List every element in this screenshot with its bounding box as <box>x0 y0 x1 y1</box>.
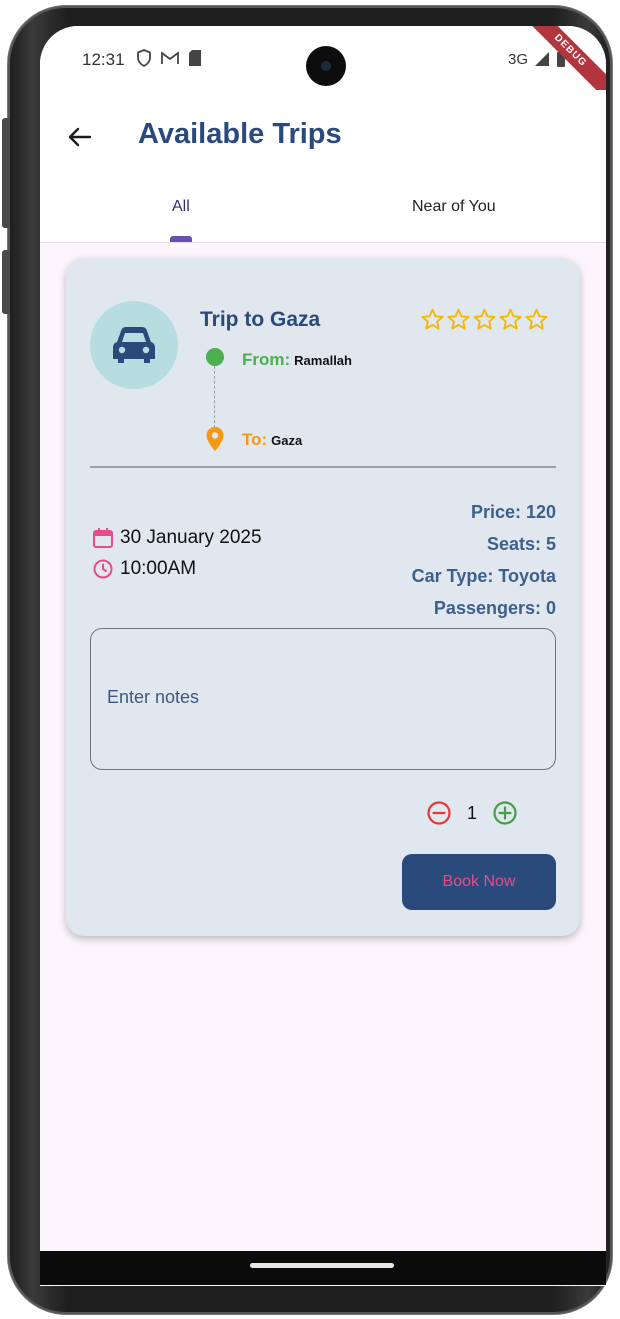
shield-icon <box>137 49 151 67</box>
from-city: Ramallah <box>294 353 352 368</box>
app-screen: 12:31 3G DEBUG Available Trips All Near … <box>40 26 606 1286</box>
car-type-text: Car Type: Toyota <box>411 566 556 586</box>
status-bar: 12:31 3G DEBUG <box>40 26 606 107</box>
network-type: 3G <box>507 50 528 68</box>
app-bar: Available Trips <box>40 90 606 180</box>
status-icons-left <box>136 49 202 67</box>
card-divider <box>90 466 556 468</box>
tab-bar: All Near of You <box>40 180 606 243</box>
plus-circle-icon[interactable] <box>492 800 518 826</box>
trip-time: 10:00AM <box>120 558 197 579</box>
location-dot-icon <box>206 348 224 366</box>
trip-title: Trip to Gaza <box>200 308 321 331</box>
gmail-icon <box>161 51 179 64</box>
car-icon <box>113 327 155 363</box>
signal-icon <box>535 52 549 66</box>
volume-button <box>2 118 10 228</box>
power-button <box>2 250 10 314</box>
calendar-icon <box>93 528 113 548</box>
tab-all[interactable]: All <box>172 198 190 216</box>
minus-circle-icon[interactable] <box>426 800 452 826</box>
status-time: 12:31 <box>82 50 125 69</box>
star-outline-icon[interactable] <box>498 307 523 332</box>
date-row: 30 January 2025 <box>92 527 262 549</box>
passengers-text: Passengers: 0 <box>433 598 556 618</box>
back-arrow-icon[interactable] <box>64 122 94 152</box>
status-icons-right: 3G <box>508 50 566 68</box>
from-label: From: <box>242 350 291 369</box>
page-title: Available Trips <box>138 118 342 150</box>
trip-avatar <box>90 301 178 389</box>
tab-indicator <box>170 236 192 242</box>
to-city: Gaza <box>271 433 303 448</box>
star-outline-icon[interactable] <box>420 307 445 332</box>
quantity-stepper: 1 <box>426 800 518 826</box>
system-nav-bar <box>40 1251 606 1285</box>
location-pin-icon <box>206 427 224 451</box>
book-now-button[interactable]: Book Now <box>402 854 556 910</box>
tab-near-of-you[interactable]: Near of You <box>412 198 496 216</box>
from-row: From: Ramallah <box>242 350 352 370</box>
star-outline-icon[interactable] <box>446 307 471 332</box>
quantity-value: 1 <box>466 802 477 823</box>
seats-text: Seats: 5 <box>486 534 556 554</box>
star-outline-icon[interactable] <box>524 307 549 332</box>
notes-placeholder: Enter notes <box>107 687 200 707</box>
front-camera <box>306 46 346 86</box>
route-line <box>214 366 215 428</box>
clock-icon <box>93 559 113 579</box>
home-gesture-handle[interactable] <box>250 1263 394 1268</box>
time-row: 10:00AM <box>92 558 196 580</box>
notes-input[interactable]: Enter notes <box>90 628 556 770</box>
trip-details: Price: 120 Seats: 5 Car Type: Toyota Pas… <box>412 496 556 624</box>
price-text: Price: 120 <box>470 502 556 522</box>
star-outline-icon[interactable] <box>472 307 497 332</box>
sim-card-icon <box>189 50 201 66</box>
trip-date: 30 January 2025 <box>120 527 262 548</box>
rating-stars[interactable] <box>420 307 549 332</box>
to-label: To: <box>242 430 268 449</box>
to-row: To: Gaza <box>242 430 302 450</box>
trip-card: Trip to Gaza From: Ramallah To: Gaza 30 … <box>66 258 580 936</box>
